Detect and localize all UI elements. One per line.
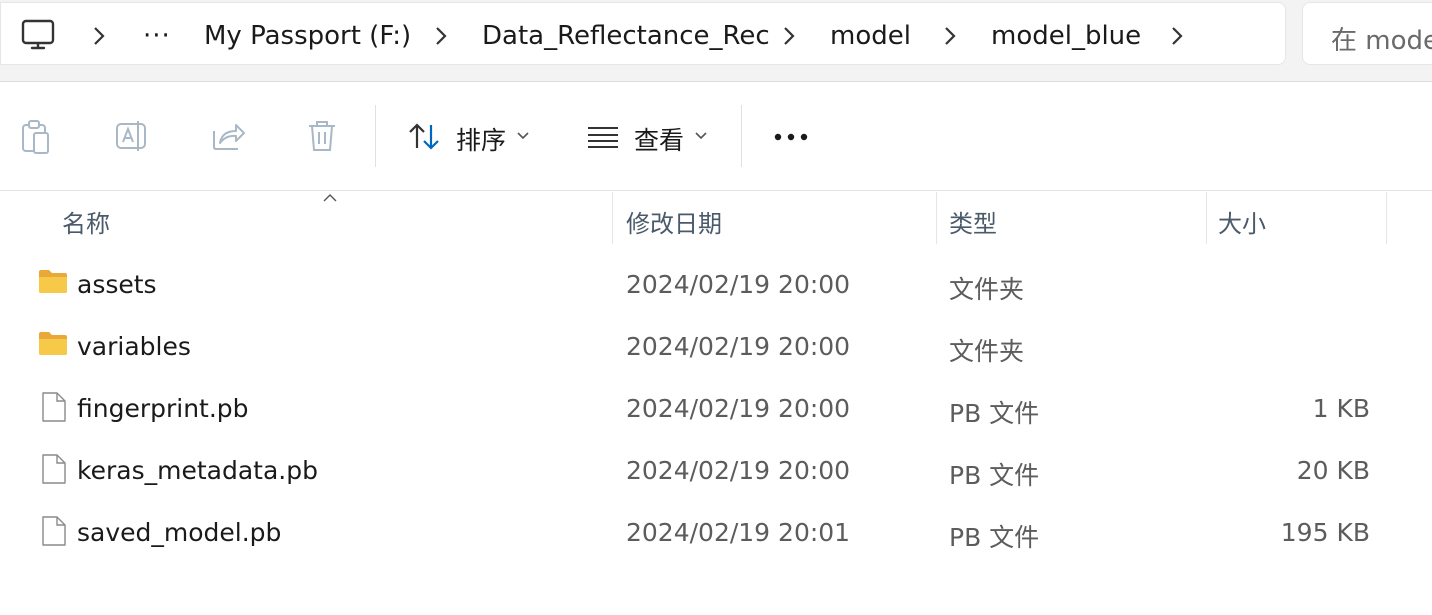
column-divider[interactable]	[612, 192, 613, 244]
chevron-down-icon[interactable]	[694, 131, 708, 141]
file-name: fingerprint.pb	[77, 394, 249, 423]
paste-icon[interactable]	[20, 119, 52, 155]
search-box[interactable]: 在 model_blue 中搜索	[1302, 2, 1432, 65]
folder-icon	[39, 332, 67, 355]
file-name: assets	[77, 270, 157, 299]
file-size: 195 KB	[1280, 518, 1370, 547]
column-divider[interactable]	[1206, 192, 1207, 244]
file-name: variables	[77, 332, 191, 361]
chevron-right-icon[interactable]	[942, 25, 958, 47]
file-type: 文件夹	[949, 337, 1025, 366]
file-type: PB 文件	[949, 461, 1040, 490]
column-type[interactable]: 类型	[949, 204, 997, 239]
toolbar-divider	[375, 105, 376, 167]
column-name[interactable]: 名称	[62, 204, 110, 239]
view-icon[interactable]	[586, 125, 620, 149]
folder-icon	[39, 270, 67, 293]
column-header: 名称 修改日期 类型 大小	[0, 192, 1432, 244]
chevron-right-icon[interactable]	[1169, 25, 1185, 47]
file-modified: 2024/02/19 20:01	[626, 518, 851, 547]
file-type: PB 文件	[949, 523, 1040, 552]
chevron-right-icon[interactable]	[91, 25, 107, 47]
search-placeholder: 在 model_blue 中搜索	[1331, 26, 1432, 56]
file-type: 文件夹	[949, 275, 1025, 304]
delete-icon[interactable]	[306, 119, 338, 153]
file-icon	[42, 516, 66, 546]
computer-icon[interactable]	[21, 19, 55, 51]
chevron-right-icon[interactable]	[781, 25, 797, 47]
column-modified[interactable]: 修改日期	[626, 204, 722, 239]
chevron-right-icon[interactable]	[433, 25, 449, 47]
file-modified: 2024/02/19 20:00	[626, 270, 851, 299]
breadcrumb-model-blue[interactable]: model_blue	[991, 20, 1141, 52]
file-name: keras_metadata.pb	[77, 456, 318, 485]
sort-ascending-icon	[323, 194, 337, 202]
file-size: 1 KB	[1312, 394, 1370, 423]
file-name: saved_model.pb	[77, 518, 282, 547]
list-item[interactable]: keras_metadata.pb 2024/02/19 20:00 PB 文件…	[0, 440, 1432, 502]
breadcrumb-model[interactable]: model	[830, 20, 911, 52]
list-item[interactable]: saved_model.pb 2024/02/19 20:01 PB 文件 19…	[0, 502, 1432, 564]
address-bar-area: ··· My Passport (F:) Data_Reflectance_Re…	[0, 0, 1432, 82]
chevron-down-icon[interactable]	[516, 131, 530, 141]
file-modified: 2024/02/19 20:00	[626, 456, 851, 485]
breadcrumb-drive[interactable]: My Passport (F:)	[204, 20, 411, 52]
address-bar[interactable]: ··· My Passport (F:) Data_Reflectance_Re…	[0, 2, 1286, 65]
column-divider[interactable]	[1386, 192, 1387, 244]
list-item[interactable]: variables 2024/02/19 20:00 文件夹	[0, 316, 1432, 378]
file-modified: 2024/02/19 20:00	[626, 332, 851, 361]
view-button[interactable]: 查看	[634, 121, 684, 157]
command-bar: 排序 查看	[0, 83, 1432, 191]
column-divider[interactable]	[936, 192, 937, 244]
rename-icon[interactable]	[114, 119, 150, 153]
file-icon	[42, 392, 66, 422]
sort-icon[interactable]	[408, 122, 442, 152]
toolbar-divider	[741, 105, 742, 167]
file-icon	[42, 454, 66, 484]
file-type: PB 文件	[949, 399, 1040, 428]
file-size: 20 KB	[1296, 456, 1370, 485]
sort-button[interactable]: 排序	[456, 121, 506, 157]
more-options-icon[interactable]	[774, 133, 810, 141]
file-modified: 2024/02/19 20:00	[626, 394, 851, 423]
breadcrumb-data-folder[interactable]: Data_Reflectance_Rec	[482, 20, 770, 52]
column-size[interactable]: 大小	[1218, 204, 1266, 239]
file-explorer-window: ··· My Passport (F:) Data_Reflectance_Re…	[0, 0, 1432, 615]
breadcrumb-overflow-button[interactable]: ···	[143, 21, 171, 51]
share-icon[interactable]	[212, 119, 246, 151]
list-item[interactable]: assets 2024/02/19 20:00 文件夹	[0, 254, 1432, 316]
list-item[interactable]: fingerprint.pb 2024/02/19 20:00 PB 文件 1 …	[0, 378, 1432, 440]
